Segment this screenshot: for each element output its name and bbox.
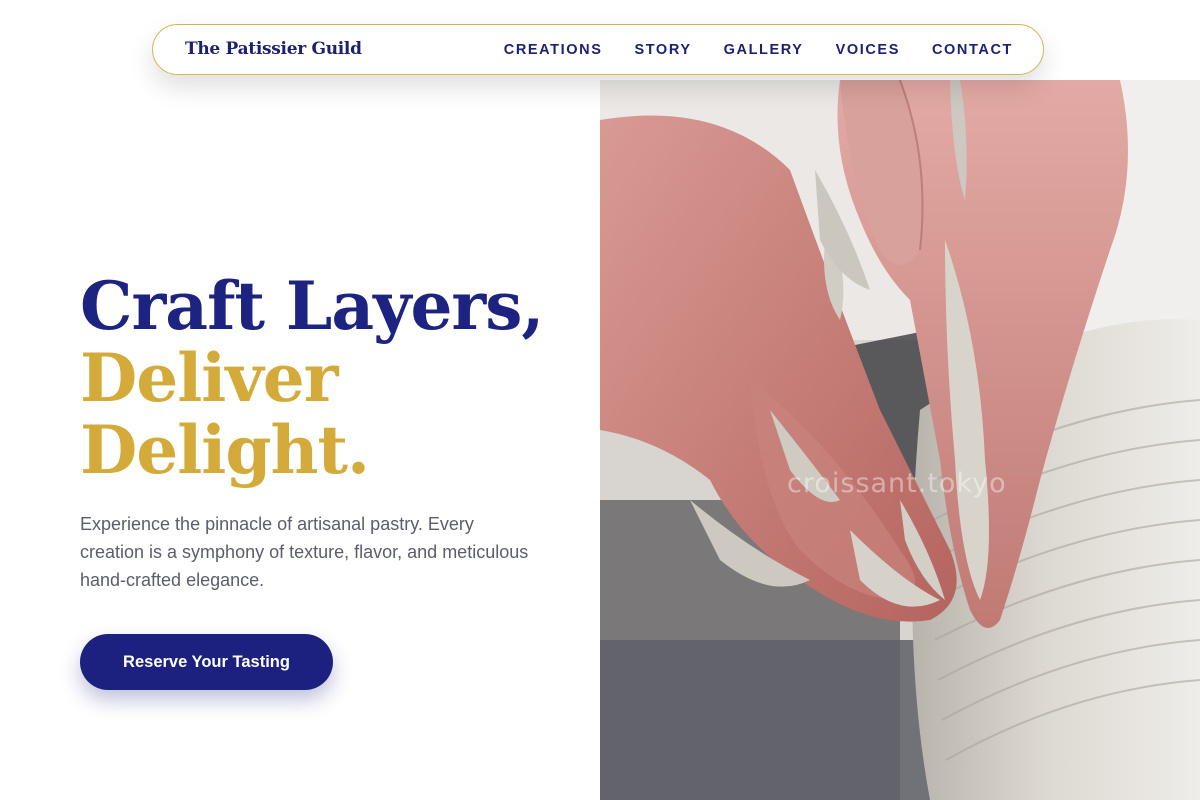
nav-links: CREATIONS STORY GALLERY VOICES CONTACT — [472, 42, 1013, 58]
nav-link-story[interactable]: STORY — [634, 42, 691, 58]
hero-headline: Craft Layers, Deliver Delight. — [80, 267, 544, 489]
nav-link-creations[interactable]: CREATIONS — [504, 42, 603, 58]
hands-clay-illustration — [600, 80, 1200, 800]
brand-logo[interactable]: The Patissier Guild — [185, 39, 362, 59]
hero-photo: croissant.tokyo — [600, 80, 1200, 800]
landing-page: croissant.tokyo The Patissier Guild CREA… — [0, 0, 1200, 800]
nav-link-gallery[interactable]: GALLERY — [724, 42, 804, 58]
headline-line-2: Deliver — [80, 339, 338, 417]
headline-line-1: Craft Layers, — [80, 267, 544, 345]
reserve-tasting-button[interactable]: Reserve Your Tasting — [80, 634, 333, 690]
top-navbar: The Patissier Guild CREATIONS STORY GALL… — [152, 24, 1044, 75]
nav-link-voices[interactable]: VOICES — [836, 42, 900, 58]
hero-description: Experience the pinnacle of artisanal pas… — [80, 514, 529, 590]
headline-line-3: Delight. — [80, 411, 370, 489]
image-watermark: croissant.tokyo — [787, 468, 1007, 499]
nav-link-contact[interactable]: CONTACT — [932, 42, 1013, 58]
